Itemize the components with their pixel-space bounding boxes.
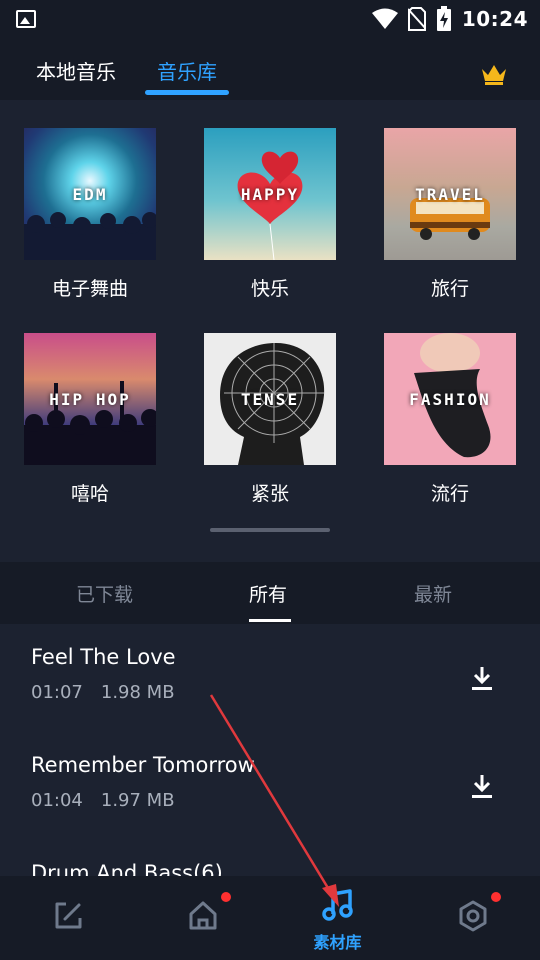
tab-all[interactable]: 所有 (249, 580, 287, 607)
category-name: 紧张 (250, 483, 289, 505)
status-bar: 10:24 (0, 0, 540, 38)
battery-charging-icon (436, 6, 451, 31)
category-fashion[interactable]: FASHION 流行 (384, 333, 516, 506)
top-tabs: 本地音乐 音乐库 (0, 38, 540, 100)
nav-home[interactable] (135, 876, 270, 960)
category-thumbnail: TENSE (204, 333, 336, 465)
nav-edit[interactable] (0, 876, 135, 960)
status-icons: 10:24 (371, 6, 528, 32)
track-meta: 01:04 1.97 MB (31, 790, 175, 811)
tab-indicator (145, 90, 229, 95)
tab-indicator (249, 619, 291, 622)
notification-dot (491, 892, 501, 902)
category-panel: EDM 电子舞曲 HAPPY 快乐 TRAVEL 旅行 HIP HOP 嘻哈 T… (0, 100, 540, 562)
wifi-icon (371, 8, 398, 29)
category-thumbnail: HIP HOP (24, 333, 156, 465)
category-name: 旅行 (430, 278, 469, 300)
track-size: 1.98 MB (100, 682, 175, 703)
nav-settings[interactable] (405, 876, 540, 960)
category-name: 快乐 (250, 278, 289, 300)
image-icon (16, 10, 36, 28)
track-duration: 01:04 (31, 790, 83, 811)
category-name: 嘻哈 (70, 483, 109, 505)
crown-icon[interactable] (481, 63, 507, 85)
category-happy[interactable]: HAPPY 快乐 (204, 128, 336, 301)
tab-downloaded[interactable]: 已下载 (76, 580, 133, 607)
category-name: 电子舞曲 (51, 278, 128, 300)
track-row[interactable]: Feel The Love 01:07 1.98 MB (0, 624, 540, 732)
category-edm[interactable]: EDM 电子舞曲 (24, 128, 156, 301)
download-icon[interactable] (470, 666, 494, 692)
category-thumbnail: EDM (24, 128, 156, 260)
page-indicator (210, 528, 330, 532)
track-duration: 01:07 (31, 682, 83, 703)
notification-dot (221, 892, 231, 902)
edit-icon (55, 902, 81, 929)
nav-material-library[interactable]: 素材库 (270, 876, 405, 960)
bottom-nav: 素材库 (0, 876, 540, 960)
category-thumb-label: TENSE (240, 390, 300, 409)
track-meta: 01:07 1.98 MB (31, 682, 175, 703)
category-hiphop[interactable]: HIP HOP 嘻哈 (24, 333, 156, 506)
tab-newest[interactable]: 最新 (414, 580, 452, 607)
category-thumbnail: FASHION (384, 333, 516, 465)
download-icon[interactable] (470, 774, 494, 800)
tab-local-music[interactable]: 本地音乐 (36, 56, 116, 85)
track-row[interactable]: Remember Tomorrow 01:04 1.97 MB (0, 732, 540, 840)
filter-tabs: 已下载 所有 最新 (0, 562, 540, 624)
category-thumb-label: TRAVEL (415, 185, 485, 204)
home-icon (189, 901, 216, 930)
category-name: 流行 (430, 483, 469, 505)
category-thumb-label: EDM (72, 185, 108, 204)
settings-hex-icon (459, 900, 486, 932)
track-title: Feel The Love (31, 645, 176, 669)
tab-music-library[interactable]: 音乐库 (157, 56, 217, 85)
category-tense[interactable]: TENSE 紧张 (204, 333, 336, 506)
category-thumb-label: FASHION (409, 390, 491, 409)
category-travel[interactable]: TRAVEL 旅行 (384, 128, 516, 301)
status-time: 10:24 (461, 7, 528, 31)
track-row[interactable]: Drum And Bass(6) (0, 840, 540, 876)
track-title: Remember Tomorrow (31, 753, 255, 777)
no-sim-icon (407, 7, 426, 31)
track-list: Feel The Love 01:07 1.98 MB Remember Tomo… (0, 624, 540, 876)
track-size: 1.97 MB (100, 790, 175, 811)
category-thumb-label: HIP HOP (49, 390, 131, 409)
category-thumbnail: HAPPY (204, 128, 336, 260)
category-thumb-label: HAPPY (240, 185, 300, 204)
track-title: Drum And Bass(6) (31, 861, 223, 876)
category-thumbnail: TRAVEL (384, 128, 516, 260)
nav-label: 素材库 (313, 933, 362, 952)
music-note-icon (321, 889, 353, 921)
